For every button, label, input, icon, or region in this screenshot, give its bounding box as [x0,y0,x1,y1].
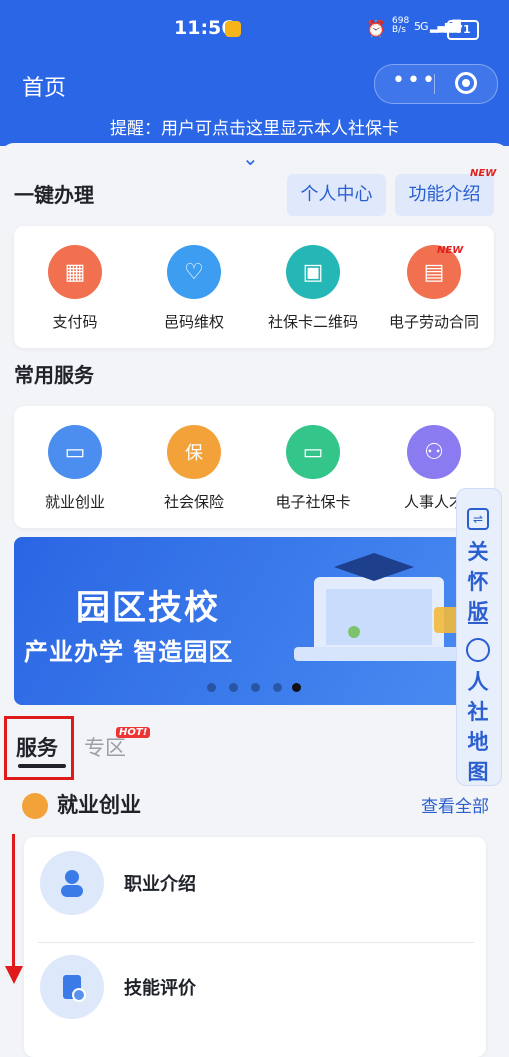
switch-icon[interactable]: ⇌ [467,508,489,530]
annotation-scroll-arrow [12,834,15,974]
network-speed: 698 B/s [392,16,410,35]
common-item-esscard[interactable]: ▭ 电子社保卡 [253,425,373,512]
new-badge: NEW [470,168,497,179]
quick-item-label: 电子劳动合同 [388,313,479,331]
common-item-label: 电子社保卡 [275,493,351,511]
carousel-dot[interactable] [229,683,238,692]
social-card-reminder[interactable]: 提醒：用户可点击这里显示本人社保卡 [0,114,509,139]
capsule-divider [434,74,435,94]
employment-section-icon [22,793,48,819]
quick-item-rights[interactable]: ♡ 邑码维权 [134,245,254,332]
banner-title: 园区技校 [76,588,220,628]
skill-cert-icon [40,955,104,1019]
battery-icon: 71 [447,20,479,40]
common-item-label: 社会保险 [163,493,224,511]
carousel-dot[interactable] [251,683,260,692]
view-all-link[interactable]: 查看全部 [421,792,489,817]
feature-intro-button[interactable]: 功能介绍 [395,174,494,216]
common-item-employment[interactable]: ▭ 就业创业 [15,425,135,512]
care-char: 怀 [467,570,489,594]
insurance-icon: 保 [167,425,221,479]
close-miniprogram-icon[interactable] [455,72,477,94]
common-item-label: 就业创业 [44,493,105,511]
carousel-dot-active[interactable] [292,683,301,692]
quick-item-sscard-qr[interactable]: ▣ 社保卡二维码 [253,245,373,332]
care-version-button[interactable]: 关 怀 版 [456,536,500,626]
hot-badge: HOT! [116,727,151,738]
side-divider [468,622,488,624]
card-icon: ▭ [286,425,340,479]
quick-item-pay-code[interactable]: ▦ 支付码 [15,245,135,332]
section-title-quick: 一键办理 [14,183,94,207]
map-char: 图 [467,760,489,784]
more-icon[interactable]: ••• [392,68,437,93]
banner-subtitle: 产业办学 智造园区 [24,638,234,666]
chevron-down-icon[interactable]: ⌄ [242,146,259,170]
career-intro-icon [40,851,104,915]
carousel-dot[interactable] [207,683,216,692]
personal-center-button[interactable]: 个人中心 [287,174,386,216]
service-label: 技能评价 [124,978,196,999]
care-char: 关 [467,540,489,564]
alarm-icon: ⏰ [366,19,386,38]
annotation-highlight-box [4,716,74,780]
qr-pay-icon: ▦ [48,245,102,299]
service-skill-eval[interactable]: 技能评价 [40,955,196,1019]
quick-item-labor-contract[interactable]: ▤ 电子劳动合同 [374,245,494,332]
annotation-arrow-head [5,966,23,984]
service-career-intro[interactable]: 职业介绍 [40,851,196,915]
quick-item-label: 邑码维权 [163,313,224,331]
qr-grid-icon: ▣ [286,245,340,299]
new-badge: NEW [437,245,464,256]
map-char: 人 [467,670,489,694]
common-item-insurance[interactable]: 保 社会保险 [134,425,254,512]
map-char: 地 [467,730,489,754]
divider [38,942,474,943]
app-notification-icon [225,21,241,37]
people-icon: ⚇ [407,425,461,479]
carousel-dot[interactable] [273,683,282,692]
quick-item-label: 社保卡二维码 [267,313,358,331]
service-label: 职业介绍 [124,874,196,895]
map-char: 社 [467,700,489,724]
globe-icon[interactable] [466,638,490,662]
page-title: 首页 [22,76,67,101]
employment-section-title: 就业创业 [57,793,141,817]
hr-map-button[interactable]: 人 社 地 图 [456,666,500,786]
shield-badge-icon: ♡ [167,245,221,299]
quick-item-label: 支付码 [52,313,98,331]
briefcase-icon: ▭ [48,425,102,479]
section-title-common: 常用服务 [14,363,94,387]
